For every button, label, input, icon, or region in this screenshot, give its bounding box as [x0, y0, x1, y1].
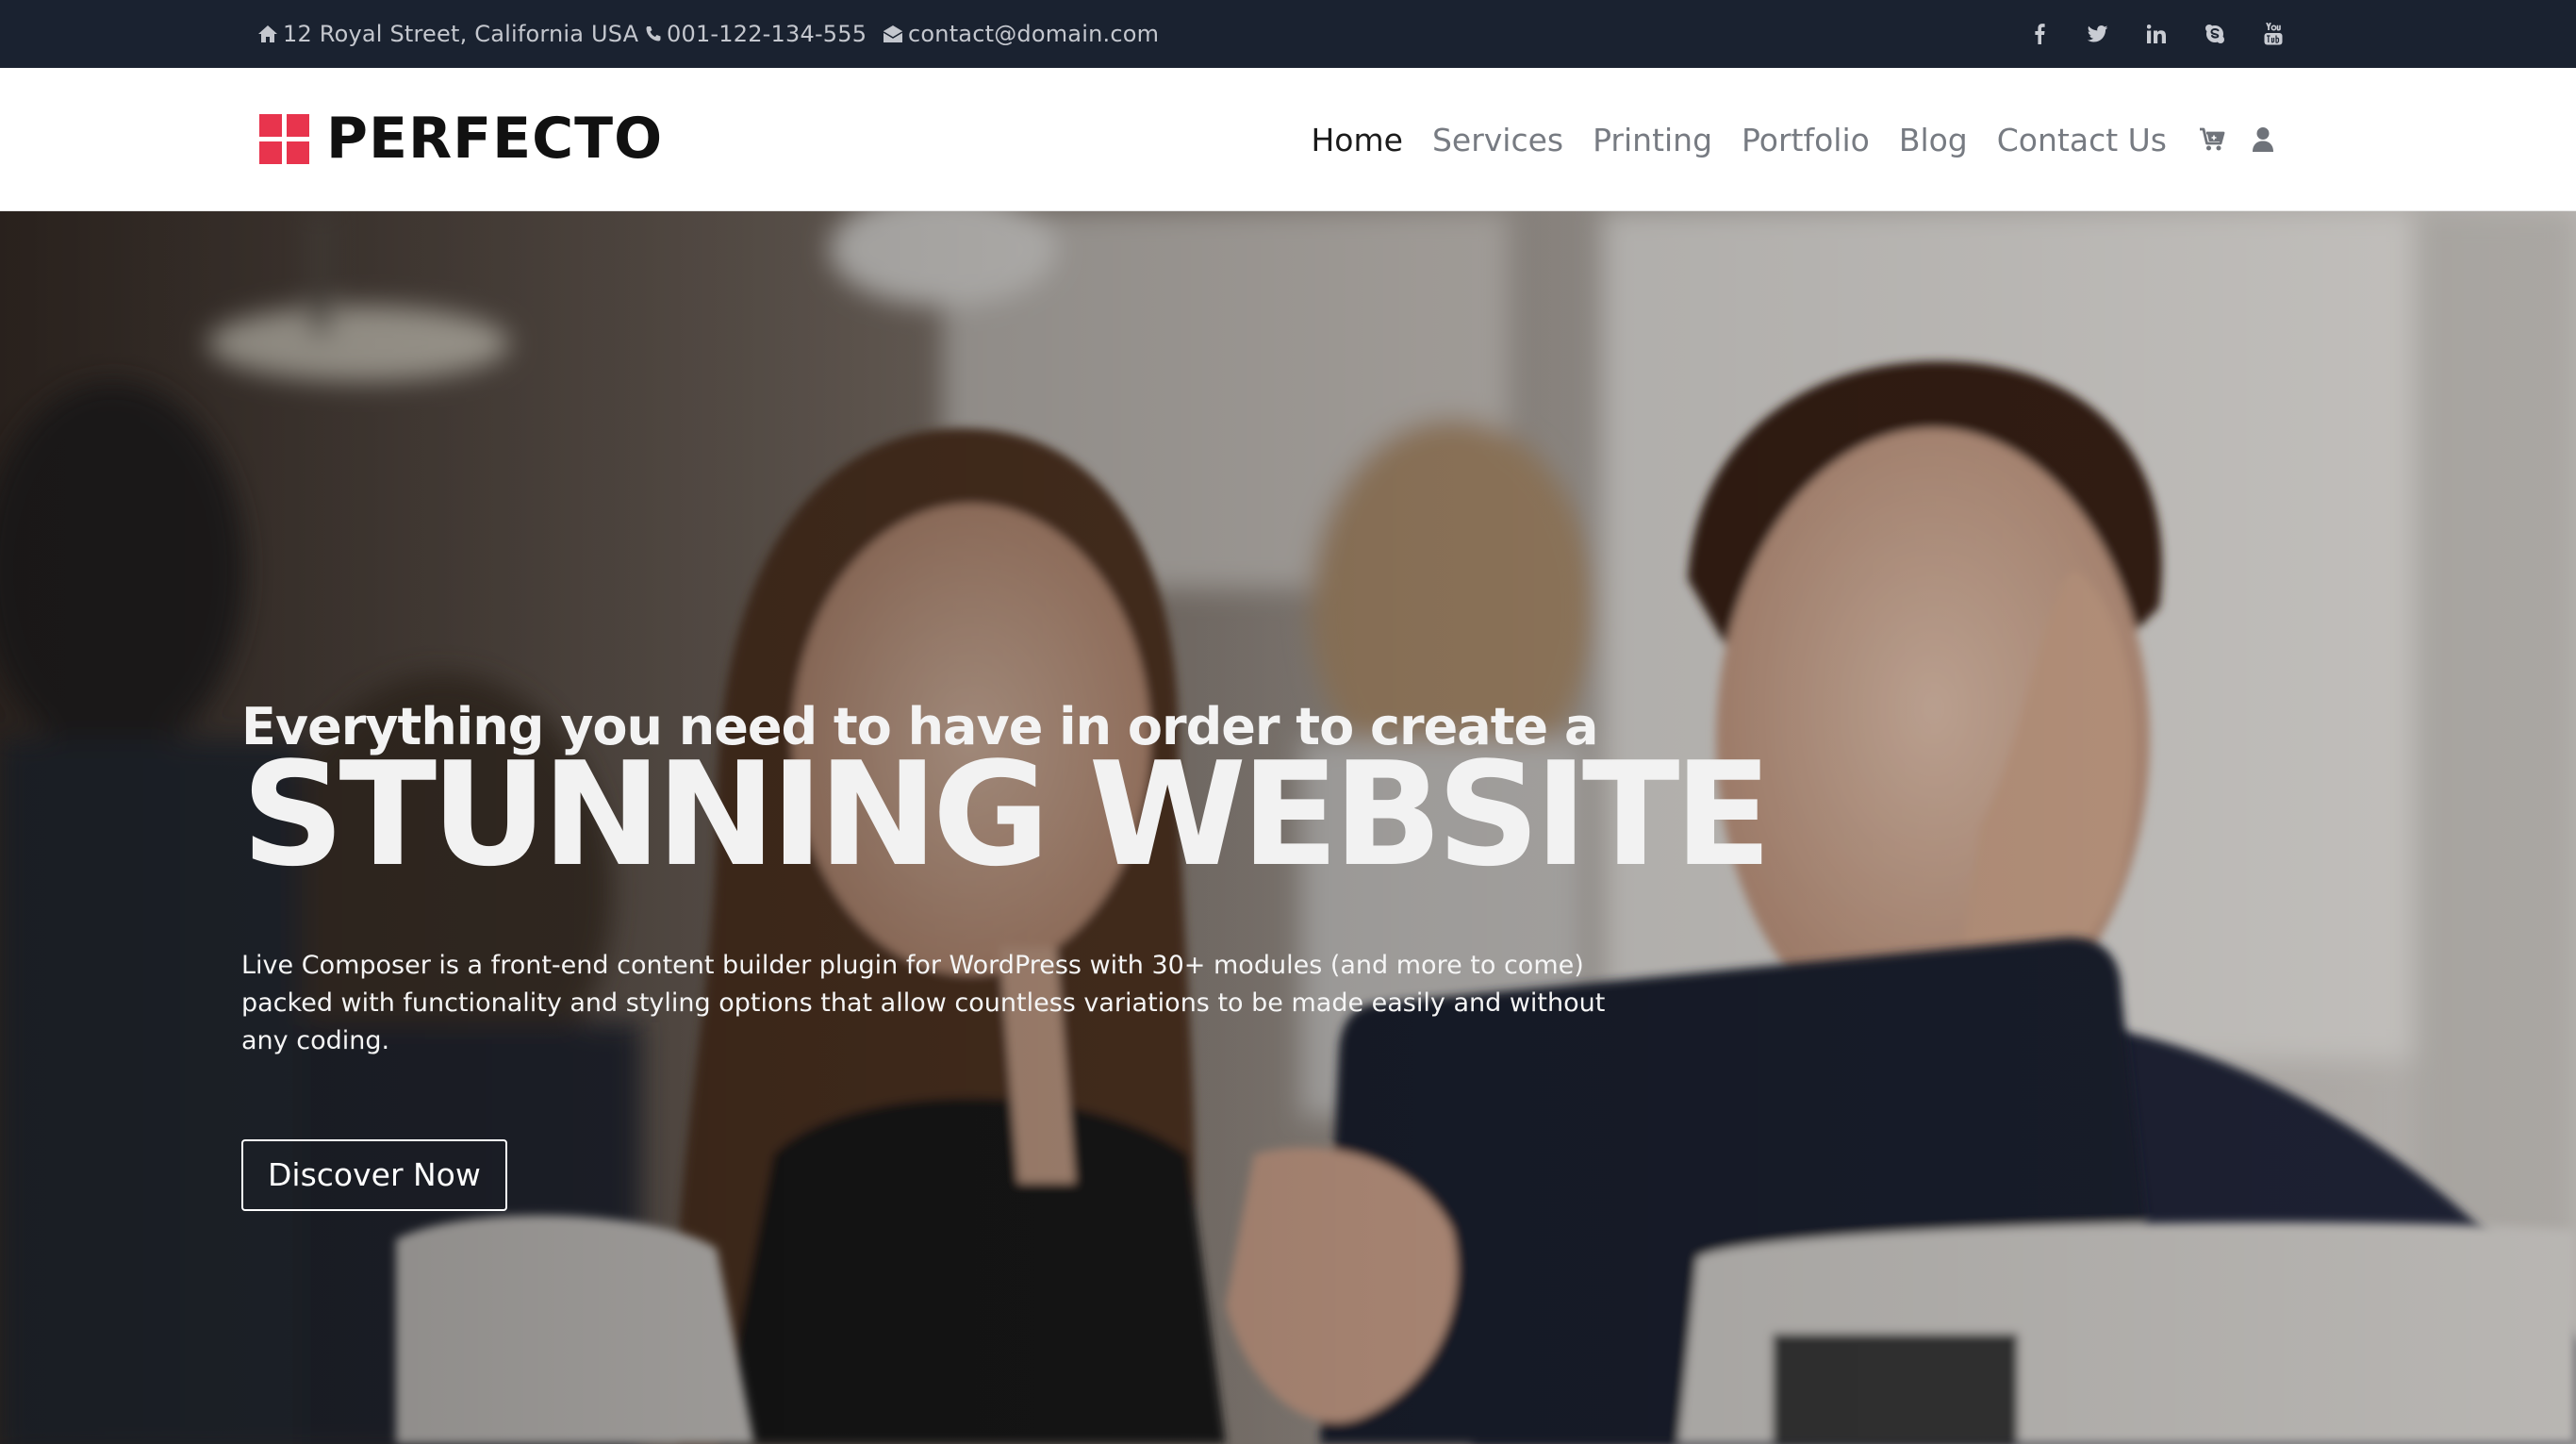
logo-mark-icon	[259, 113, 309, 164]
nav-contact-us[interactable]: Contact Us	[1997, 122, 2167, 158]
main-nav: Home Services Printing Portfolio Blog Co…	[1281, 68, 2274, 211]
nav-services[interactable]: Services	[1432, 122, 1563, 158]
address-item: 12 Royal Street, California USA	[256, 0, 638, 68]
cart-icon[interactable]	[2199, 127, 2225, 152]
facebook-icon[interactable]	[2010, 0, 2069, 68]
hero-title: STUNNING WEBSITE	[241, 731, 1772, 898]
youtube-icon[interactable]	[2244, 0, 2303, 68]
site-header: PERFECTO Home Services Printing Portfoli…	[0, 68, 2576, 211]
twitter-icon[interactable]	[2069, 0, 2127, 68]
nav-portfolio[interactable]: Portfolio	[1742, 122, 1870, 158]
hero-content: Everything you need to have in order to …	[241, 702, 1772, 1211]
nav-printing[interactable]: Printing	[1593, 122, 1712, 158]
top-bar: 12 Royal Street, California USA 001-122-…	[0, 0, 2576, 68]
envelope-icon	[882, 25, 904, 43]
email-text: contact@domain.com	[908, 21, 1160, 47]
phone-text: 001-122-134-555	[667, 21, 867, 47]
skype-icon[interactable]	[2186, 0, 2244, 68]
user-icon[interactable]	[2252, 126, 2274, 153]
phone-item: 001-122-134-555	[644, 0, 867, 68]
home-icon	[256, 24, 279, 44]
hero-description: Live Composer is a front-end content bui…	[241, 951, 1606, 1055]
nav-blog[interactable]: Blog	[1899, 122, 1968, 158]
discover-now-button[interactable]: Discover Now	[241, 1139, 507, 1211]
social-links	[2010, 0, 2303, 68]
hero-section: Everything you need to have in order to …	[0, 211, 2576, 1444]
site-logo[interactable]: PERFECTO	[259, 110, 663, 167]
email-item: contact@domain.com	[882, 0, 1159, 68]
logo-text: PERFECTO	[326, 106, 664, 172]
phone-icon	[644, 25, 663, 43]
nav-home[interactable]: Home	[1311, 122, 1402, 158]
address-text: 12 Royal Street, California USA	[283, 21, 639, 47]
linkedin-icon[interactable]	[2127, 0, 2186, 68]
